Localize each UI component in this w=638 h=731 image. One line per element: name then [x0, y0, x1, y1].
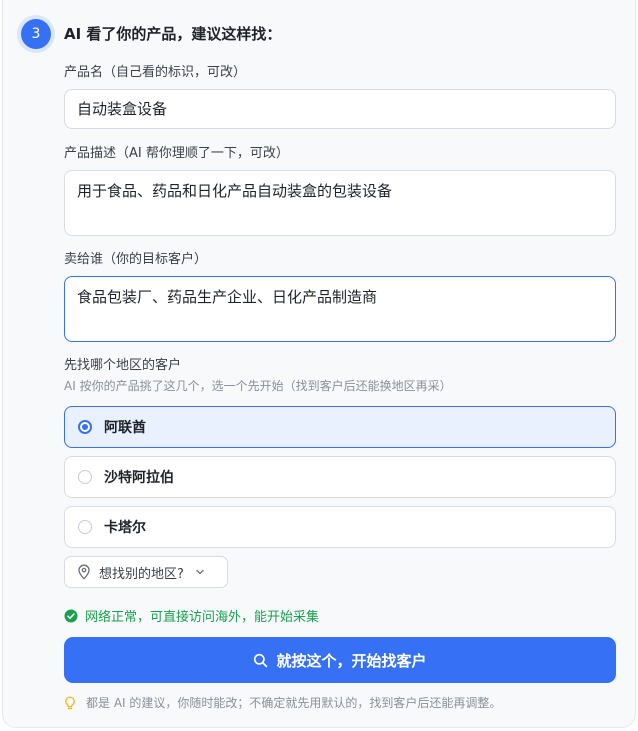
product-desc-textarea[interactable]: 用于食品、药品和日化产品自动装盒的包装设备 [64, 170, 616, 236]
other-region-dropdown[interactable]: 想找别的地区? [64, 556, 228, 588]
start-search-button[interactable]: 就按这个，开始找客户 [64, 637, 616, 683]
region-option-qatar[interactable]: 卡塔尔 [64, 506, 616, 548]
region-hint: AI 按你的产品挑了这几个，选一个先开始（找到客户后还能换地区再采） [64, 379, 452, 393]
check-circle-icon [64, 609, 78, 623]
footer-tip-text: 都是 AI 的建议，你随时能改；不确定就先用默认的，找到客户后还能再调整。 [86, 696, 502, 710]
product-name-label: 产品名（自己看的标识，可改） [64, 65, 247, 80]
region-option-label: 沙特阿拉伯 [104, 470, 174, 486]
search-icon [253, 653, 268, 668]
region-option-label: 阿联酋 [104, 420, 146, 436]
region-option-uae[interactable]: 阿联酋 [64, 406, 616, 448]
radio-button[interactable] [78, 470, 92, 484]
target-customer-label: 卖给谁（你的目标客户） [64, 252, 208, 267]
footer-tip: 都是 AI 的建议，你随时能改；不确定就先用默认的，找到客户后还能再调整。 [64, 694, 501, 711]
region-option-saudi-arabia[interactable]: 沙特阿拉伯 [64, 456, 616, 498]
step-title: AI 看了你的产品，建议这样找： [64, 25, 282, 43]
step-number-badge: 3 [21, 19, 51, 49]
chevron-down-icon [194, 566, 206, 578]
network-status: 网络正常，可直接访问海外，能开始采集 [64, 606, 319, 625]
other-region-label: 想找别的地区? [99, 566, 184, 582]
region-section-label: 先找哪个地区的客户 [64, 358, 182, 373]
start-search-button-label: 就按这个，开始找客户 [276, 651, 427, 670]
radio-button-checked[interactable] [78, 420, 92, 434]
product-desc-label: 产品描述（AI 帮你理顺了一下，可改） [64, 146, 289, 161]
region-option-label: 卡塔尔 [104, 520, 146, 536]
radio-button[interactable] [78, 520, 92, 534]
location-pin-icon [77, 564, 91, 580]
lightbulb-icon [64, 696, 76, 710]
step-number: 3 [31, 26, 41, 42]
product-name-input[interactable]: 自动装盒设备 [64, 89, 616, 129]
target-customer-textarea[interactable]: 食品包装厂、药品生产企业、日化产品制造商 [64, 276, 616, 342]
network-status-text: 网络正常，可直接访问海外，能开始采集 [85, 610, 320, 625]
